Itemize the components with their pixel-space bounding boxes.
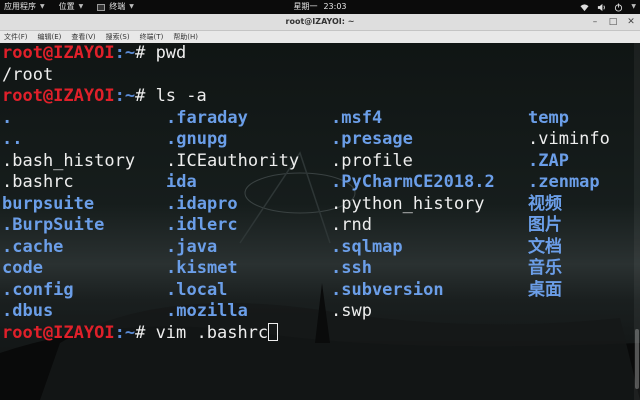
close-button[interactable]: ✕ — [626, 17, 636, 27]
listing-directory: .zenmap — [528, 172, 600, 192]
listing-directory: .dbus — [2, 301, 54, 321]
system-top-bar: 应用程序 ▼ 位置 ▼ 终端 ▼ 星期一 23:03 ▼ — [0, 0, 640, 14]
menu-help[interactable]: 帮助(H) — [169, 31, 204, 43]
listing-directory: .PyCharmCE2018.2 — [331, 172, 495, 192]
command-text: ls -a — [155, 86, 207, 106]
scrollbar[interactable] — [634, 43, 640, 400]
minimize-button[interactable]: – — [590, 17, 600, 27]
listing-directory: .cache — [2, 236, 64, 257]
clock[interactable]: 星期一 23:03 — [0, 0, 640, 14]
listing-directory: 图片 — [528, 215, 562, 235]
clock-time: 23:03 — [323, 2, 347, 11]
clock-day: 星期一 — [293, 2, 318, 11]
listing-file: .bashrc — [2, 172, 74, 192]
system-tray[interactable]: ▼ — [580, 0, 636, 14]
listing-directory: 文档 — [528, 236, 562, 257]
prompt-line-ls: root@IZAYOI:~# ls -a — [2, 86, 207, 108]
listing-directory: code — [2, 258, 43, 278]
command-text: vim .bashrc — [155, 322, 269, 343]
prompt-path: :~ — [114, 322, 136, 343]
menu-terminal[interactable]: 终端(T) — [136, 31, 170, 43]
menu-file[interactable]: 文件(F) — [0, 31, 34, 43]
listing-directory: .idapro — [166, 193, 238, 214]
listing-directory: .mozilla — [166, 301, 248, 321]
listing-directory: .msf4 — [331, 107, 383, 128]
prompt-path: :~ — [114, 43, 136, 63]
listing-directory: .BurpSuite — [2, 215, 105, 235]
listing-file: .bash_history — [2, 150, 136, 171]
listing-directory: 音乐 — [528, 258, 562, 278]
volume-icon — [598, 3, 606, 11]
listing-directory: .idlerc — [166, 215, 238, 235]
listing-directory: .. — [2, 129, 23, 149]
listing-file: .viminfo — [528, 129, 610, 149]
prompt-symbol: # — [135, 322, 156, 343]
prompt-path: :~ — [114, 86, 136, 106]
window-menu-bar: 文件(F) 编辑(E) 查看(V) 搜索(S) 终端(T) 帮助(H) — [0, 31, 640, 43]
text-cursor — [268, 322, 279, 341]
listing-directory: .ZAP — [528, 150, 569, 171]
prompt-line-vim: root@IZAYOI:~# vim .bashrc — [2, 322, 279, 345]
scrollbar-thumb[interactable] — [635, 329, 639, 389]
menu-view[interactable]: 查看(V) — [67, 31, 101, 43]
prompt-user: root@IZAYOI — [2, 43, 115, 63]
maximize-button[interactable]: □ — [608, 17, 618, 27]
prompt-symbol: # — [135, 43, 156, 63]
listing-directory: 桌面 — [528, 279, 562, 300]
chevron-down-icon: ▼ — [631, 3, 636, 10]
listing-directory: .kismet — [166, 258, 238, 278]
command-text: pwd — [155, 43, 187, 63]
listing-file: .profile — [331, 150, 413, 171]
listing-directory: ida — [166, 172, 197, 192]
window-title-bar[interactable]: root@IZAYOI: ~ – □ ✕ — [0, 14, 640, 31]
power-icon — [615, 2, 623, 12]
prompt-user: root@IZAYOI — [2, 86, 115, 106]
listing-directory: burpsuite — [2, 193, 95, 214]
menu-edit[interactable]: 编辑(E) — [34, 31, 68, 43]
listing-file: .rnd — [331, 215, 372, 235]
listing-directory: .local — [166, 279, 228, 300]
prompt-user: root@IZAYOI — [2, 322, 115, 343]
menu-search[interactable]: 搜索(S) — [102, 31, 136, 43]
listing-file: .swp — [331, 301, 372, 321]
prompt-symbol: # — [135, 86, 156, 106]
listing-file: .ICEauthority — [166, 150, 300, 171]
listing-file: .python_history — [331, 193, 485, 214]
listing-directory: .faraday — [166, 107, 248, 128]
listing-directory: .presage — [331, 129, 413, 149]
listing-directory: temp — [528, 107, 569, 128]
window-title: root@IZAYOI: ~ — [285, 17, 355, 26]
listing-directory: .sqlmap — [331, 236, 403, 257]
listing-directory: .config — [2, 279, 74, 300]
listing-directory: 视频 — [528, 193, 562, 214]
listing-directory: .subversion — [331, 279, 444, 300]
listing-directory: . — [2, 107, 13, 128]
wifi-icon — [580, 3, 589, 11]
terminal-area[interactable]: root@IZAYOI:~# pwd /root root@IZAYOI:~# … — [0, 43, 640, 400]
output-line: /root — [2, 64, 54, 85]
prompt-line-pwd: root@IZAYOI:~# pwd — [2, 43, 186, 65]
listing-directory: .ssh — [331, 258, 372, 278]
listing-directory: .java — [166, 236, 218, 257]
listing-directory: .gnupg — [166, 129, 228, 149]
